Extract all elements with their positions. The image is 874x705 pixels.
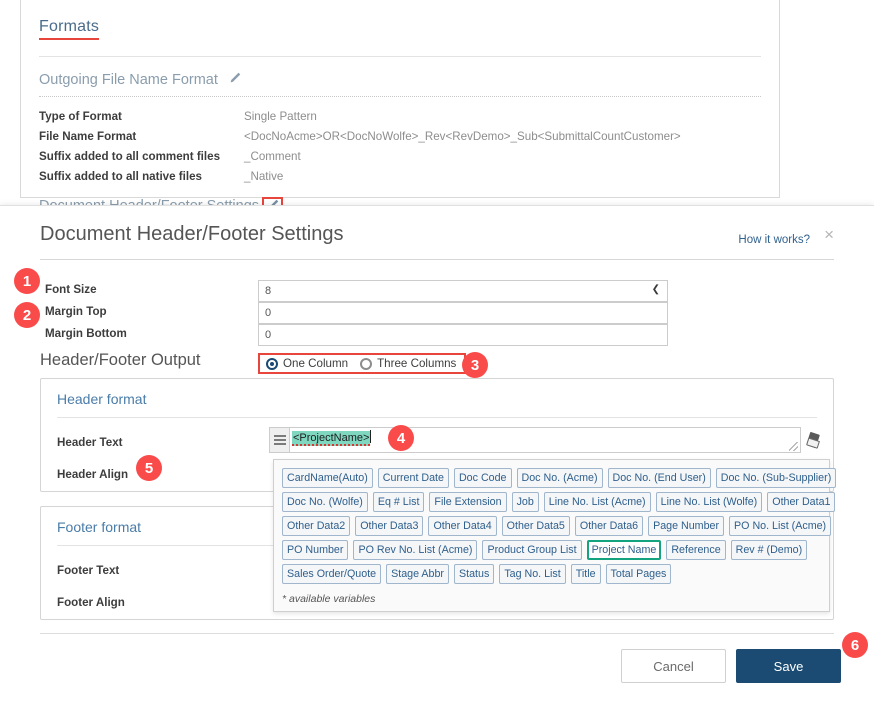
variable-tag[interactable]: Title	[570, 564, 601, 584]
row-value: Single Pattern	[244, 110, 317, 123]
margin-top-label: Margin Top	[45, 305, 107, 318]
variable-tag[interactable]: Doc Code	[453, 468, 512, 488]
divider	[39, 56, 761, 57]
variable-tag[interactable]: Other Data4	[428, 516, 497, 536]
variable-tag-row: PO Number PO Rev No. List (Acme) Product G…	[282, 540, 821, 560]
output-column-options: One Column Three Columns	[258, 353, 467, 374]
header-text-label: Header Text	[57, 436, 123, 449]
variable-tag[interactable]: Current Date	[377, 468, 449, 488]
close-icon[interactable]: ×	[824, 226, 834, 243]
row-label: Suffix added to all comment files	[39, 150, 221, 163]
table-row: Type of Format Single Pattern	[39, 107, 761, 127]
variable-tag-row: Other Data2 Other Data3 Other Data4 Other D…	[282, 516, 832, 536]
font-size-select-wrap[interactable]: 8 ❮	[258, 280, 668, 302]
variable-tag[interactable]: Job	[511, 492, 539, 512]
variable-tag[interactable]: Line No. List (Wolfe)	[655, 492, 763, 512]
resize-handle-icon[interactable]	[789, 442, 798, 451]
variable-tag[interactable]: Doc No. (Wolfe)	[282, 492, 368, 512]
radio-one-column[interactable]: One Column	[266, 357, 348, 370]
row-value: _Native	[244, 170, 284, 183]
variable-tag[interactable]: Reference	[666, 540, 726, 560]
variable-tag[interactable]: Doc No. (Acme)	[516, 468, 603, 488]
how-it-works-link[interactable]: How it works?	[738, 234, 810, 246]
row-label: Suffix added to all native files	[39, 170, 202, 183]
variable-tag[interactable]: Doc No. (Sub-Supplier)	[715, 468, 837, 488]
footer-text-label: Footer Text	[57, 564, 120, 577]
row-label: Type of Format	[39, 110, 122, 123]
variable-tag-row: Sales Order/Quote Stage Abbr Status Tag No.…	[282, 564, 821, 584]
row-value: _Comment	[244, 150, 301, 163]
page-title: Formats	[39, 18, 100, 40]
variable-tag[interactable]: Stage Abbr	[386, 564, 449, 584]
radio-one-column-label: One Column	[283, 357, 349, 370]
variable-tag[interactable]: Doc No. (End User)	[607, 468, 711, 488]
header-text-input[interactable]: <ProjectName>	[289, 427, 801, 453]
variable-tag[interactable]: Other Data1	[767, 492, 836, 512]
header-footer-output-heading: Header/Footer Output	[40, 351, 201, 369]
text-caret	[370, 430, 372, 443]
header-text-token: <ProjectName>	[292, 431, 371, 446]
variable-tag[interactable]: Total Pages	[605, 564, 672, 584]
variable-tag[interactable]: File Extension	[429, 492, 507, 512]
variable-tag[interactable]: PO Rev No. List (Acme)	[353, 540, 478, 560]
variable-tag[interactable]: Rev # (Demo)	[730, 540, 808, 560]
font-size-label: Font Size	[45, 283, 97, 296]
margin-bottom-label: Margin Bottom	[45, 327, 127, 340]
available-variables-panel: CardName(Auto) Current Date Doc Code Doc No…	[273, 459, 837, 612]
radio-dot-icon	[360, 357, 373, 370]
variable-tag[interactable]: Other Data2	[282, 516, 351, 536]
drag-handle-icon[interactable]	[269, 427, 289, 453]
variable-tag[interactable]: Other Data6	[574, 516, 644, 536]
variable-tag[interactable]: Product Group List	[482, 540, 582, 560]
table-row: Suffix added to all comment files _Comme…	[39, 147, 761, 167]
eraser-icon[interactable]	[806, 431, 820, 449]
formats-settings-page: Formats Outgoing File Name Format Type o…	[20, 0, 780, 224]
variable-tag[interactable]: PO Number	[282, 540, 349, 560]
radio-three-columns[interactable]: Three Columns	[360, 357, 456, 370]
annotation-badge-4: 4	[388, 425, 414, 451]
variable-tag[interactable]: Status	[454, 564, 495, 584]
radio-dot-selected-icon	[266, 357, 278, 370]
header-text-field-group: <ProjectName>	[269, 427, 820, 453]
radio-three-columns-label: Three Columns	[377, 357, 457, 370]
variable-tag[interactable]: Other Data3	[355, 516, 424, 536]
variable-tag-row: CardName(Auto) Current Date Doc Code Doc No…	[282, 468, 837, 488]
margin-bottom-input[interactable]	[258, 324, 668, 346]
margin-top-input[interactable]	[258, 302, 668, 324]
variable-tag[interactable]: Page Number	[648, 516, 725, 536]
variable-tag[interactable]: Other Data5	[501, 516, 570, 536]
variable-tag-row: Doc No. (Wolfe) Eq # List File Extension Jo…	[282, 492, 836, 512]
variable-tag[interactable]: Line No. List (Acme)	[543, 492, 651, 512]
pencil-icon[interactable]	[228, 72, 241, 90]
dotted-divider	[39, 96, 761, 97]
divider	[40, 633, 834, 634]
variable-tag-rows: CardName(Auto) Current Date Doc Code Doc No…	[282, 468, 837, 584]
footer-align-label: Footer Align	[57, 596, 125, 609]
variable-tag[interactable]: Eq # List	[372, 492, 425, 512]
annotation-badge-3: 3	[462, 352, 488, 378]
save-button[interactable]: Save	[736, 649, 841, 683]
table-row: Suffix added to all native files _Native	[39, 167, 761, 187]
modal-title: Document Header/Footer Settings	[40, 223, 344, 245]
document-header-footer-settings-modal: Document Header/Footer Settings How it w…	[0, 205, 874, 705]
annotation-badge-5: 5	[136, 455, 162, 481]
variable-tag[interactable]: Sales Order/Quote	[282, 564, 382, 584]
variable-tag[interactable]: Project Name	[586, 540, 662, 560]
header-align-label: Header Align	[57, 468, 129, 481]
outgoing-file-name-format-heading: Outgoing File Name Format	[39, 72, 218, 88]
row-value: <DocNoAcme>OR<DocNoWolfe>_Rev<RevDemo>_S…	[244, 130, 681, 143]
header-format-title: Header format	[57, 391, 147, 407]
variable-tag[interactable]: PO No. List (Acme)	[729, 516, 832, 536]
font-size-select[interactable]: 8	[258, 280, 668, 302]
cancel-button[interactable]: Cancel	[621, 649, 726, 683]
available-variables-note: * available variables	[282, 593, 376, 605]
annotation-badge-6: 6	[842, 632, 868, 658]
annotation-badge-2: 2	[14, 302, 40, 328]
table-row: File Name Format <DocNoAcme>OR<DocNoWolf…	[39, 127, 761, 147]
variable-tag[interactable]: CardName(Auto)	[282, 468, 373, 488]
annotation-badge-1: 1	[14, 268, 40, 294]
divider	[40, 259, 834, 260]
variable-tag[interactable]: Tag No. List	[499, 564, 566, 584]
row-label: File Name Format	[39, 130, 137, 143]
